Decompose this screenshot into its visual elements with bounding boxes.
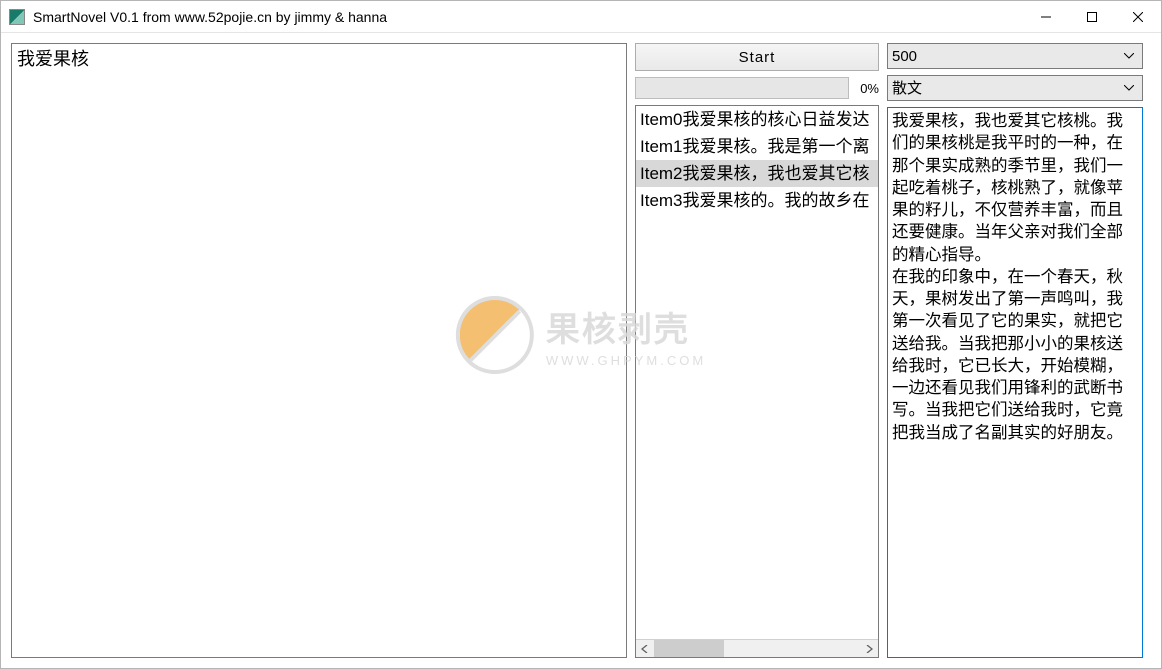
results-list[interactable]: Item0我爱果核的核心日益发达Item1我爱果核。我是第一个离Item2我爱果… <box>635 105 879 658</box>
window-controls <box>1023 1 1161 32</box>
progress-row: 0% <box>635 77 879 99</box>
list-item[interactable]: Item2我爱果核，我也爱其它核 <box>636 160 878 187</box>
prompt-input[interactable] <box>11 43 627 658</box>
list-item[interactable]: Item3我爱果核的。我的故乡在 <box>636 187 878 214</box>
type-select[interactable]: 散文 <box>887 75 1143 101</box>
output-text[interactable]: 我爱果核，我也爱其它核桃。我们的果核桃是我平时的一种，在那个果实成熟的季节里，我… <box>887 107 1143 658</box>
control-panel: Start 0% Item0我爱果核的核心日益发达Item1我爱果核。我是第一个… <box>635 43 879 658</box>
window-title: SmartNovel V0.1 from www.52pojie.cn by j… <box>33 9 1023 25</box>
horizontal-scrollbar[interactable] <box>636 639 878 657</box>
titlebar[interactable]: SmartNovel V0.1 from www.52pojie.cn by j… <box>1 1 1161 33</box>
list-item[interactable]: Item0我爱果核的核心日益发达 <box>636 106 878 133</box>
app-icon <box>9 9 25 25</box>
scroll-track[interactable] <box>654 640 860 657</box>
output-panel: 500 散文 我爱果核，我也爱其它核桃。我们的果核桃是我平时的一种，在那个果实成… <box>887 43 1143 658</box>
count-select[interactable]: 500 <box>887 43 1143 69</box>
client-area: Start 0% Item0我爱果核的核心日益发达Item1我爱果核。我是第一个… <box>1 33 1161 668</box>
close-button[interactable] <box>1115 1 1161 32</box>
scroll-right-button[interactable] <box>860 640 878 657</box>
progress-percent: 0% <box>853 81 879 96</box>
app-window: SmartNovel V0.1 from www.52pojie.cn by j… <box>0 0 1162 669</box>
maximize-button[interactable] <box>1069 1 1115 32</box>
start-button[interactable]: Start <box>635 43 879 71</box>
input-panel <box>11 43 627 658</box>
list-item[interactable]: Item1我爱果核。我是第一个离 <box>636 133 878 160</box>
scroll-left-button[interactable] <box>636 640 654 657</box>
scroll-thumb[interactable] <box>654 640 724 657</box>
progress-bar <box>635 77 849 99</box>
minimize-button[interactable] <box>1023 1 1069 32</box>
